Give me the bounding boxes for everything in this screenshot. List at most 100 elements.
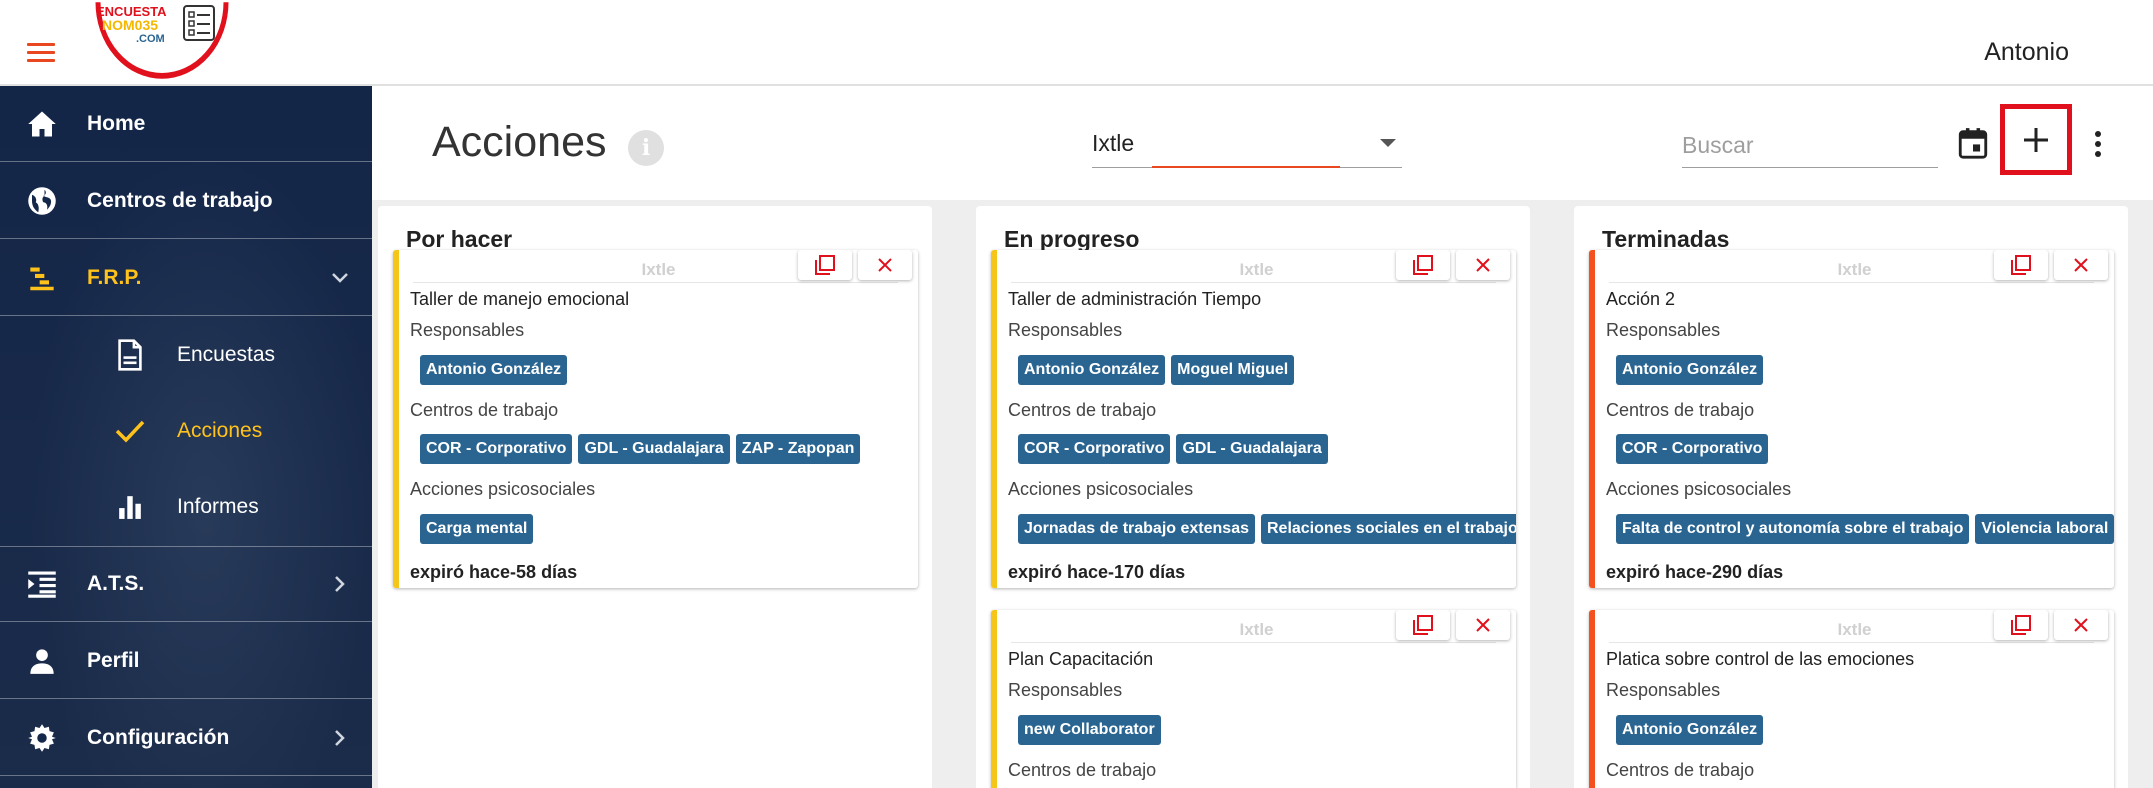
check-icon bbox=[114, 415, 146, 447]
sidebar-item-frp[interactable]: F.R.P. bbox=[0, 240, 372, 316]
due-status: expiró hace-290 días bbox=[1606, 562, 1784, 582]
sidebar-item-ats[interactable]: A.T.S. bbox=[0, 546, 372, 622]
centros-chips: COR - Corporativo GDL - Guadalajara ZAP … bbox=[420, 434, 861, 464]
sidebar-item-label: Centros de trabajo bbox=[87, 188, 273, 212]
sidebar-item-home[interactable]: Home bbox=[0, 86, 372, 162]
chip-accion[interactable]: Falta de control y autonomía sobre el tr… bbox=[1616, 514, 1970, 544]
action-card[interactable]: Ixtle Acción 2 Responsables Antonio Gonz… bbox=[1589, 250, 2114, 588]
column-terminadas: Terminadas Ixtle Acción 2 Responsables A… bbox=[1574, 206, 2128, 788]
menu-icon[interactable] bbox=[27, 43, 55, 63]
centro-select[interactable]: Ixtle bbox=[1092, 124, 1402, 168]
home-icon bbox=[26, 108, 58, 140]
chip-centro[interactable]: GDL - Guadalajara bbox=[1176, 434, 1328, 464]
chip-responsable[interactable]: Moguel Miguel bbox=[1171, 355, 1295, 385]
sidebar-item-configuracion[interactable]: Configuración bbox=[0, 700, 372, 776]
close-icon bbox=[878, 258, 892, 272]
delete-button[interactable] bbox=[1456, 610, 1510, 640]
responsables-label: Responsables bbox=[410, 320, 525, 340]
chip-centro[interactable]: COR - Corporativo bbox=[1018, 434, 1171, 464]
delete-button[interactable] bbox=[2054, 250, 2108, 280]
chip-accion[interactable]: Carga mental bbox=[420, 514, 534, 544]
globe-icon bbox=[26, 185, 58, 217]
chip-accion[interactable]: Jornadas de trabajo extensas bbox=[1018, 514, 1255, 544]
acciones-label: Acciones psicosociales bbox=[1008, 479, 1194, 499]
delete-button[interactable] bbox=[2054, 610, 2108, 640]
sidebar-item-centros[interactable]: Centros de trabajo bbox=[0, 163, 372, 239]
responsables-chips: new Collaborator bbox=[1018, 715, 1161, 745]
responsables-label: Responsables bbox=[1008, 680, 1123, 700]
copy-icon bbox=[815, 255, 835, 275]
chip-responsable[interactable]: Antonio González bbox=[1616, 355, 1764, 385]
chip-responsable[interactable]: Antonio González bbox=[420, 355, 568, 385]
action-card[interactable]: Ixtle Platica sobre control de las emoci… bbox=[1589, 610, 2114, 788]
dropdown-arrow-icon bbox=[1380, 139, 1396, 147]
add-action-button[interactable] bbox=[2000, 104, 2072, 175]
chip-centro[interactable]: GDL - Guadalajara bbox=[578, 434, 730, 464]
sidebar-item-label: Configuración bbox=[87, 725, 230, 749]
status-bar bbox=[1589, 250, 1595, 588]
sidebar-item-label: Informes bbox=[177, 495, 259, 518]
more-vert-icon[interactable] bbox=[2086, 128, 2110, 160]
list-indent-icon bbox=[26, 568, 58, 600]
delete-button[interactable] bbox=[858, 250, 912, 280]
chip-accion[interactable]: Violencia laboral bbox=[1975, 514, 2114, 544]
copy-button[interactable] bbox=[798, 250, 852, 280]
centros-label: Centros de trabajo bbox=[1008, 400, 1157, 420]
card-title: Taller de manejo emocional bbox=[410, 289, 630, 309]
frp-list-icon bbox=[26, 262, 58, 294]
sidebar-item-informes[interactable]: Informes bbox=[0, 469, 372, 545]
document-icon bbox=[114, 339, 146, 371]
gear-icon bbox=[26, 722, 58, 754]
logo-text-3: .COM bbox=[136, 33, 165, 45]
action-card[interactable]: Ixtle Plan Capacitación Responsables new… bbox=[991, 610, 1516, 788]
calendar-icon[interactable] bbox=[1956, 126, 1990, 160]
logo-text-2: NOM035 bbox=[102, 17, 158, 33]
close-icon bbox=[2074, 258, 2088, 272]
centros-chips: COR - Corporativo bbox=[1616, 434, 1769, 464]
chip-accion[interactable]: Relaciones sociales en el trabajo bbox=[1260, 514, 1516, 544]
centros-label: Centros de trabajo bbox=[1606, 400, 1755, 420]
card-title: Platica sobre control de las emociones bbox=[1606, 649, 1915, 669]
person-icon bbox=[26, 645, 58, 677]
sidebar-item-label: Perfil bbox=[87, 648, 140, 672]
centro-select-value: Ixtle bbox=[1092, 130, 1135, 156]
copy-button[interactable] bbox=[1994, 250, 2048, 280]
centros-label: Centros de trabajo bbox=[1606, 760, 1755, 780]
chip-responsable[interactable]: Antonio González bbox=[1616, 715, 1764, 745]
column-por-hacer: Por hacer Ixtle Taller de manejo emocion… bbox=[378, 206, 932, 788]
sidebar: Home Centros de trabajo F.R.P. Encuestas… bbox=[0, 86, 372, 788]
sidebar-item-encuestas[interactable]: Encuestas bbox=[0, 317, 372, 393]
logo[interactable]: ENCUESTA NOM035 .COM bbox=[92, 0, 232, 80]
column-title: Por hacer bbox=[406, 226, 513, 252]
chip-centro[interactable]: ZAP - Zapopan bbox=[735, 434, 861, 464]
sidebar-item-perfil[interactable]: Perfil bbox=[0, 623, 372, 699]
search-input[interactable] bbox=[1682, 124, 1938, 168]
responsables-label: Responsables bbox=[1008, 320, 1123, 340]
column-en-progreso: En progreso Ixtle Taller de administraci… bbox=[976, 206, 1530, 788]
copy-button[interactable] bbox=[1396, 610, 1450, 640]
centros-chips: COR - Corporativo GDL - Guadalajara bbox=[1018, 434, 1328, 464]
column-title: En progreso bbox=[1004, 226, 1140, 252]
copy-icon bbox=[2011, 255, 2031, 275]
copy-button[interactable] bbox=[1994, 610, 2048, 640]
copy-button[interactable] bbox=[1396, 250, 1450, 280]
responsables-chips: Antonio González bbox=[1616, 355, 1764, 385]
responsables-label: Responsables bbox=[1606, 680, 1721, 700]
sidebar-item-acciones[interactable]: Acciones bbox=[0, 393, 372, 469]
chip-responsable[interactable]: new Collaborator bbox=[1018, 715, 1161, 745]
info-icon[interactable]: i bbox=[628, 130, 664, 166]
column-title: Terminadas bbox=[1602, 226, 1730, 252]
top-app-bar: ENCUESTA NOM035 .COM Antonio bbox=[0, 0, 2153, 86]
responsables-chips: Antonio González bbox=[1616, 715, 1764, 745]
user-name[interactable]: Antonio bbox=[1984, 38, 2069, 67]
centros-label: Centros de trabajo bbox=[1008, 760, 1157, 780]
chip-responsable[interactable]: Antonio González bbox=[1018, 355, 1166, 385]
chip-centro[interactable]: COR - Corporativo bbox=[420, 434, 573, 464]
sidebar-item-label: Acciones bbox=[177, 419, 263, 442]
action-card[interactable]: Ixtle Taller de administración Tiempo Re… bbox=[991, 250, 1516, 588]
chip-centro[interactable]: COR - Corporativo bbox=[1616, 434, 1769, 464]
copy-icon bbox=[2011, 615, 2031, 635]
action-card[interactable]: Ixtle Taller de manejo emocional Respons… bbox=[393, 250, 918, 588]
sidebar-item-label: Home bbox=[87, 111, 146, 135]
delete-button[interactable] bbox=[1456, 250, 1510, 280]
